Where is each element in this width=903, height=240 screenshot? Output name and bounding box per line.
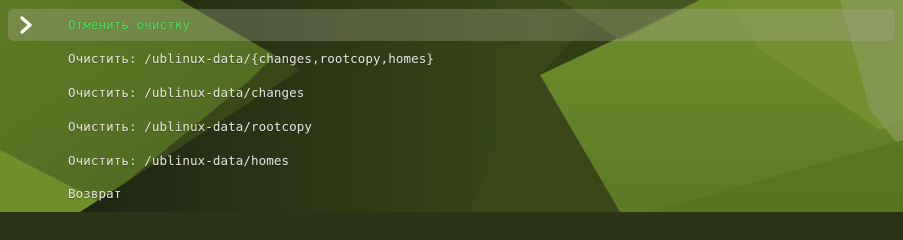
- boot-menu-screen: Отменить очистку Очистить: /ublinux-data…: [0, 0, 903, 212]
- menu-item-label: Очистить: /ublinux-data/changes: [68, 85, 305, 100]
- menu-item-clear-changes[interactable]: Очистить: /ublinux-data/changes: [8, 77, 895, 109]
- menu-item-cancel-cleanup[interactable]: Отменить очистку: [8, 9, 895, 41]
- menu-item-label: Очистить: /ublinux-data/rootcopy: [68, 119, 313, 134]
- menu-item-label: Очистить: /ublinux-data/homes: [68, 153, 290, 168]
- menu-item-clear-all[interactable]: Очистить: /ublinux-data/{changes,rootcop…: [8, 43, 895, 75]
- boot-menu: Отменить очистку Очистить: /ublinux-data…: [0, 0, 903, 212]
- menu-item-clear-rootcopy[interactable]: Очистить: /ublinux-data/rootcopy: [8, 111, 895, 143]
- menu-item-back[interactable]: Возврат: [8, 178, 895, 210]
- menu-item-label: Очистить: /ublinux-data/{changes,rootcop…: [68, 51, 435, 66]
- menu-item-label: Отменить очистку: [68, 17, 191, 32]
- menu-item-label: Возврат: [68, 186, 122, 201]
- chevron-right-icon: [20, 16, 32, 34]
- menu-item-clear-homes[interactable]: Очистить: /ublinux-data/homes: [8, 145, 895, 177]
